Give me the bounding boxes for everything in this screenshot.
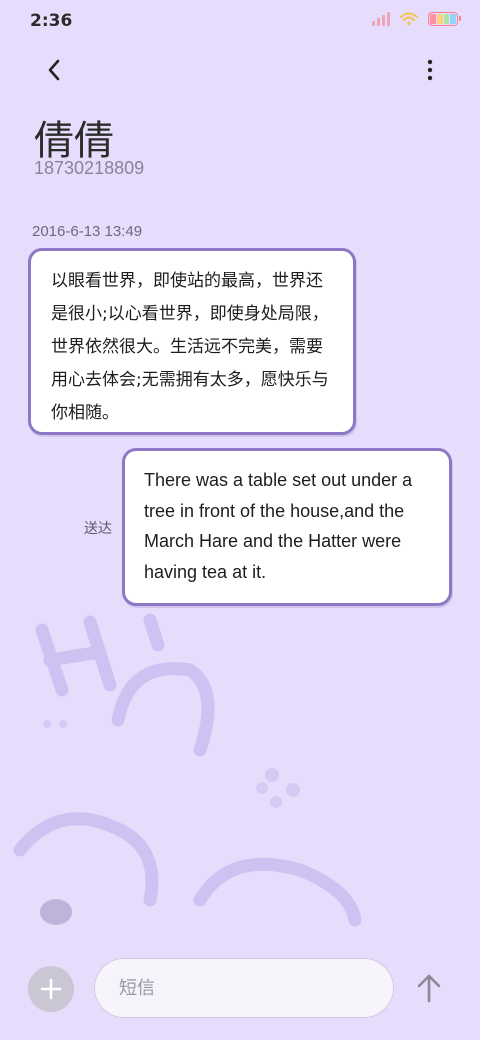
signal-icon — [372, 12, 390, 26]
incoming-message-bubble[interactable]: 以眼看世界，即使站的最高，世界还是很小;以心看世界，即使身处局限，世界依然很大。… — [28, 248, 356, 435]
arrow-up-icon — [417, 974, 441, 1003]
status-time: 2:36 — [30, 11, 73, 31]
outgoing-message-text: There was a table set out under a tree i… — [144, 470, 413, 582]
message-timestamp: 2016-6-13 13:49 — [32, 223, 143, 240]
wifi-icon — [400, 12, 418, 26]
more-vertical-icon — [427, 59, 433, 81]
status-bar: 2:36 — [0, 0, 480, 40]
more-options-button[interactable] — [418, 52, 442, 88]
delivery-status: 送达 — [84, 521, 112, 537]
back-button[interactable] — [36, 52, 72, 88]
outgoing-message-bubble[interactable]: There was a table set out under a tree i… — [122, 448, 452, 606]
add-attachment-button[interactable] — [28, 966, 74, 1012]
battery-icon — [428, 12, 461, 26]
plus-icon — [40, 978, 62, 1000]
incoming-message-text: 以眼看世界，即使站的最高，世界还是很小;以心看世界，即使身处局限，世界依然很大。… — [51, 271, 329, 423]
background-illustration — [13, 613, 362, 927]
contact-number: 18730218809 — [34, 158, 145, 178]
message-input[interactable] — [94, 958, 394, 1018]
status-icons — [372, 12, 461, 26]
send-button[interactable] — [412, 968, 446, 1008]
chevron-left-icon — [48, 59, 60, 81]
